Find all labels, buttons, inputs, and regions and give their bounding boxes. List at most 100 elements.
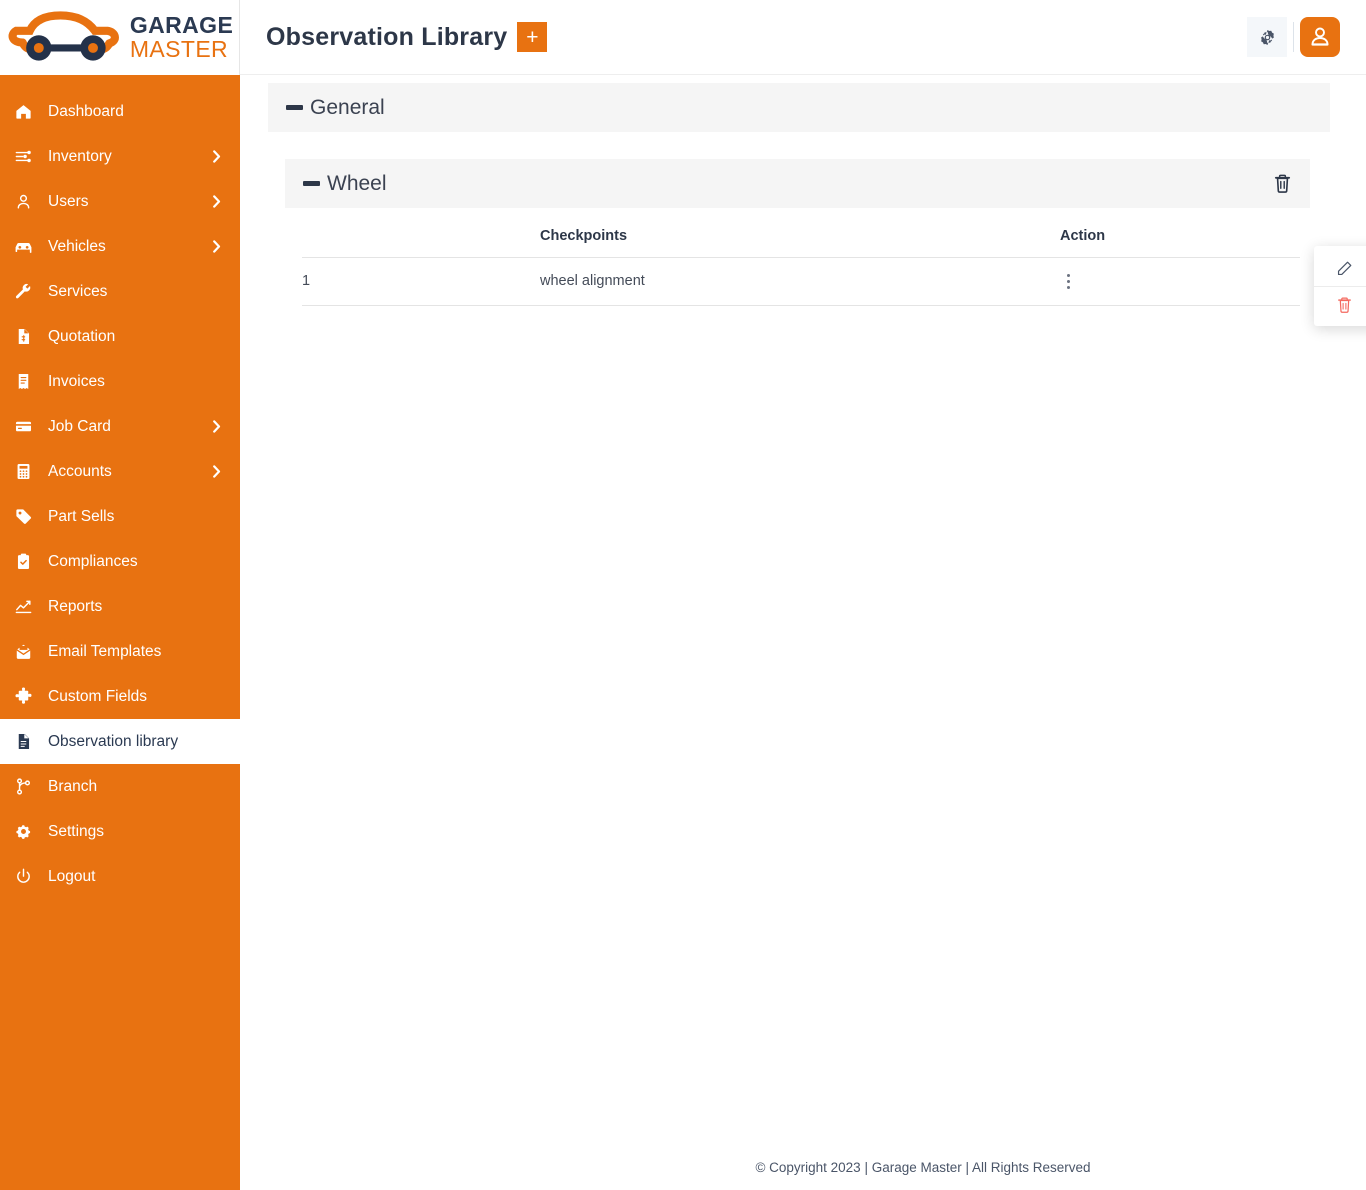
sidebar-item-branch[interactable]: Branch [0, 764, 240, 809]
sidebar-item-label: Custom Fields [40, 688, 210, 706]
brand-logo[interactable]: GARAGE MASTER [0, 0, 240, 75]
footer: © Copyright 2023 | Garage Master | All R… [480, 1144, 1366, 1190]
sidebar-item-label: Job Card [40, 418, 210, 436]
gear-icon [14, 822, 40, 841]
app-root: GARAGE MASTER Dashboard Inventory Users Veh… [0, 0, 1366, 1190]
sidebar-item-label: Quotation [40, 328, 210, 346]
calculator-icon [14, 462, 33, 481]
row-action-dropdown: EditDelete [1314, 246, 1366, 326]
sidebar-item-part-sells[interactable]: Part Sells [0, 494, 240, 539]
brand-name-line2: MASTER [130, 38, 233, 61]
sliders-icon [14, 147, 33, 166]
minus-icon[interactable] [303, 181, 320, 186]
home-icon [14, 102, 33, 121]
file-dollar-icon [14, 327, 40, 346]
col-header-index [302, 218, 540, 258]
puzzle-icon [14, 687, 40, 706]
sidebar-item-vehicles[interactable]: Vehicles [0, 224, 240, 269]
add-observation-button[interactable]: + [517, 22, 547, 52]
receipt-icon [14, 372, 40, 391]
settings-button[interactable] [1247, 17, 1287, 57]
chevron-right-icon [210, 240, 224, 253]
tag-icon [14, 507, 40, 526]
sidebar-item-label: Email Templates [40, 643, 210, 661]
sidebar-item-label: Compliances [40, 553, 210, 571]
calculator-icon [14, 462, 40, 481]
sidebar-item-users[interactable]: Users [0, 179, 240, 224]
sidebar-item-label: Dashboard [40, 103, 210, 121]
branch-icon [14, 777, 33, 796]
sidebar-item-accounts[interactable]: Accounts [0, 449, 240, 494]
trash-icon [1273, 173, 1292, 194]
file-dollar-icon [14, 327, 33, 346]
branch-icon [14, 777, 40, 796]
main-area: Observation Library + [240, 0, 1366, 1190]
gear-icon [14, 822, 33, 841]
sidebar-item-compliances[interactable]: Compliances [0, 539, 240, 584]
power-icon [14, 867, 40, 886]
chevron-right-icon [210, 465, 224, 478]
col-header-action: Action [1060, 218, 1300, 258]
user-avatar-icon [1308, 25, 1332, 49]
kebab-menu-icon[interactable] [1060, 274, 1076, 289]
table-header-row: Checkpoints Action [302, 218, 1300, 258]
checkpoints-table-wrapper: Checkpoints Action 1wheel alignment Edit… [302, 218, 1300, 306]
card-icon [14, 417, 33, 436]
sidebar-item-services[interactable]: Services [0, 269, 240, 314]
wrench-icon [14, 282, 40, 301]
sidebar-item-label: Logout [40, 868, 210, 886]
sidebar-item-label: Settings [40, 823, 210, 841]
sidebar-item-logout[interactable]: Logout [0, 854, 240, 899]
subgroup-panel-wheel[interactable]: Wheel [285, 159, 1310, 208]
topbar-divider [1293, 22, 1294, 52]
minus-icon[interactable] [286, 105, 303, 110]
row-index: 1 [302, 258, 540, 306]
row-action-cell [1060, 258, 1300, 306]
sidebar-item-job-card[interactable]: Job Card [0, 404, 240, 449]
table-head: Checkpoints Action [302, 218, 1300, 258]
topbar-actions [1247, 17, 1340, 57]
pencil-icon [1336, 260, 1353, 277]
table-row: 1wheel alignment [302, 258, 1300, 306]
delete-subgroup-button[interactable] [1273, 173, 1292, 194]
sidebar-item-observation-library[interactable]: Observation library [0, 719, 240, 764]
sidebar-item-settings[interactable]: Settings [0, 809, 240, 854]
sidebar-item-custom-fields[interactable]: Custom Fields [0, 674, 240, 719]
sidebar-item-invoices[interactable]: Invoices [0, 359, 240, 404]
sidebar-item-label: Inventory [40, 148, 210, 166]
chart-line-icon [14, 597, 33, 616]
sidebar-item-label: Users [40, 193, 210, 211]
sidebar-item-label: Part Sells [40, 508, 210, 526]
wrench-icon [14, 282, 33, 301]
brand-name-line1: GARAGE [130, 14, 233, 37]
tag-icon [14, 507, 33, 526]
user-icon [14, 192, 40, 211]
sidebar-item-dashboard[interactable]: Dashboard [0, 89, 240, 134]
car-icon [14, 237, 40, 256]
page-title: Observation Library [266, 23, 507, 52]
user-avatar-button[interactable] [1300, 17, 1340, 57]
puzzle-icon [14, 687, 33, 706]
mail-open-icon [14, 642, 40, 661]
sidebar-item-quotation[interactable]: Quotation [0, 314, 240, 359]
sidebar-nav: Dashboard Inventory Users Vehicles Services Q… [0, 75, 240, 899]
sidebar-item-reports[interactable]: Reports [0, 584, 240, 629]
sidebar-item-label: Vehicles [40, 238, 210, 256]
sidebar-item-label: Invoices [40, 373, 210, 391]
chevron-right-icon [210, 150, 224, 163]
sidebar-item-email-templates[interactable]: Email Templates [0, 629, 240, 674]
dropdown-item-delete[interactable]: Delete [1314, 286, 1366, 322]
dropdown-item-edit[interactable]: Edit [1314, 250, 1366, 286]
sidebar-item-label: Accounts [40, 463, 210, 481]
group-panel-general[interactable]: General [268, 83, 1330, 132]
document-icon [14, 732, 33, 751]
user-icon [14, 192, 33, 211]
row-checkpoint: wheel alignment [540, 258, 1060, 306]
subgroup-title: Wheel [327, 172, 387, 196]
trash-icon [1336, 296, 1353, 314]
mail-open-icon [14, 642, 33, 661]
sidebar-item-label: Branch [40, 778, 210, 796]
gear-icon [1258, 28, 1277, 47]
sidebar-item-inventory[interactable]: Inventory [0, 134, 240, 179]
card-icon [14, 417, 40, 436]
